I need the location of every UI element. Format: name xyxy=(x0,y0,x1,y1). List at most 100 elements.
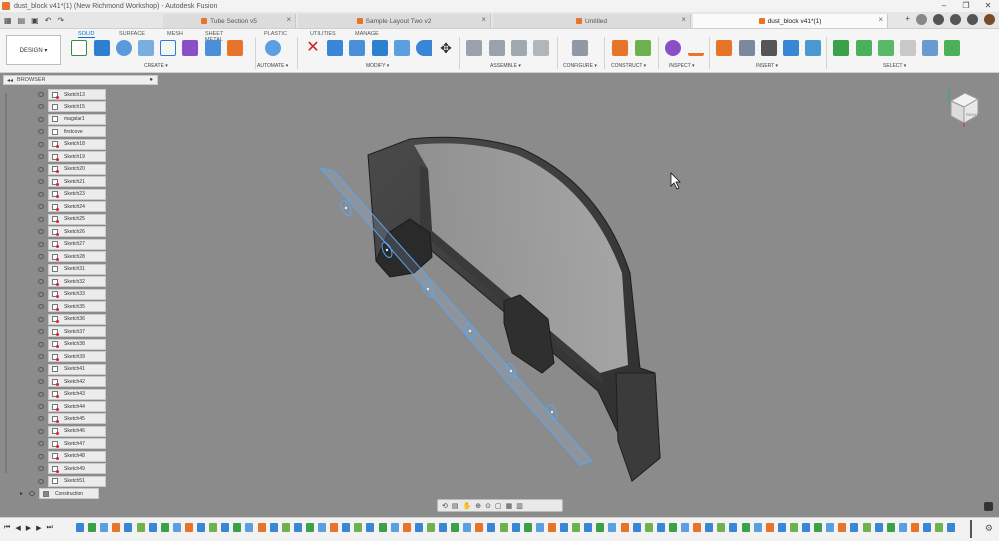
tab-plastic[interactable]: PLASTIC xyxy=(264,31,287,37)
create-sketch-icon[interactable] xyxy=(71,40,87,56)
model-canvas[interactable] xyxy=(0,73,999,517)
timeline-feature-icon[interactable] xyxy=(802,523,810,532)
timeline-feature-icon[interactable] xyxy=(439,523,447,532)
rigid-group-icon[interactable] xyxy=(533,40,549,56)
timeline-feature-icon[interactable] xyxy=(88,523,97,532)
timeline-feature-icon[interactable] xyxy=(886,523,895,532)
timeline-feature-icon[interactable] xyxy=(874,523,883,532)
timeline-feature-icon[interactable] xyxy=(330,523,339,532)
interference-icon[interactable] xyxy=(688,40,704,56)
timeline-feature-icon[interactable] xyxy=(596,523,605,532)
redo-icon[interactable]: ↷ xyxy=(57,16,64,25)
timeline-feature-icon[interactable] xyxy=(777,523,786,532)
timeline-feature-icon[interactable] xyxy=(378,523,387,532)
display-settings-icon[interactable]: ▢ xyxy=(495,502,502,510)
doc-tab-sample-layout[interactable]: Sample Layout Two v2 × xyxy=(298,14,491,28)
timeline-feature-icon[interactable] xyxy=(644,523,653,532)
canvas-icon[interactable] xyxy=(761,40,777,56)
timeline-feature-icon[interactable] xyxy=(608,523,617,532)
timeline-feature-icon[interactable] xyxy=(547,523,556,532)
3d-viewport[interactable]: ◂◂ BROWSER ● Sketch13 Sketch15 magslar1 fir… xyxy=(0,73,999,517)
group-insert[interactable]: INSERT ▾ xyxy=(756,63,778,69)
timeline-feature-icon[interactable] xyxy=(402,523,411,532)
workspace-switcher-button[interactable]: DESIGN ▾ xyxy=(6,35,61,65)
timeline-feature-icon[interactable] xyxy=(197,523,205,532)
timeline-feature-icon[interactable] xyxy=(390,523,399,532)
go-to-start-icon[interactable]: ⏮ xyxy=(4,524,10,532)
viewcube-icon[interactable]: RIGHT xyxy=(945,83,981,129)
freeform-select-icon[interactable] xyxy=(878,40,894,56)
orbit-icon[interactable]: ⟲ xyxy=(442,502,448,510)
tab-manage[interactable]: MANAGE xyxy=(355,31,379,37)
timeline-feature-icon[interactable] xyxy=(511,523,520,532)
grid-settings-icon[interactable]: ▦ xyxy=(506,502,513,510)
timeline-feature-icon[interactable] xyxy=(584,523,593,532)
timeline-feature-icon[interactable] xyxy=(172,523,181,532)
timeline-feature-icon[interactable] xyxy=(148,523,157,532)
joint-icon[interactable] xyxy=(489,40,505,56)
group-modify[interactable]: MODIFY ▾ xyxy=(366,63,389,69)
fit-icon[interactable]: ⊙ xyxy=(485,502,491,510)
combine-icon[interactable] xyxy=(205,40,221,56)
new-tab-icon[interactable]: + xyxy=(905,14,910,25)
timeline-feature-icon[interactable] xyxy=(693,523,702,532)
timeline-settings-icon[interactable]: ⚙ xyxy=(985,523,993,534)
timeline-feature-icon[interactable] xyxy=(753,523,762,532)
timeline-feature-icon[interactable] xyxy=(862,523,871,532)
tab-mesh[interactable]: MESH xyxy=(167,31,183,37)
timeline-feature-icon[interactable] xyxy=(705,523,714,532)
timeline-feature-icon[interactable] xyxy=(572,523,581,532)
timeline-feature-icon[interactable] xyxy=(233,523,242,532)
zoom-icon[interactable]: ⊕ xyxy=(475,502,481,510)
offset-plane-icon[interactable] xyxy=(612,40,628,56)
close-tab-icon[interactable]: × xyxy=(878,15,883,24)
timeline-feature-icon[interactable] xyxy=(910,523,919,532)
selection-sets-icon[interactable] xyxy=(944,40,960,56)
press-pull-icon[interactable] xyxy=(327,40,343,56)
tab-solid[interactable]: SOLID xyxy=(78,31,95,38)
timeline-feature-icon[interactable] xyxy=(923,523,931,532)
configure-icon[interactable] xyxy=(572,40,588,56)
move-icon[interactable]: ✥ xyxy=(438,40,454,56)
timeline-feature-icon[interactable] xyxy=(112,523,121,532)
job-status-icon[interactable] xyxy=(933,14,944,25)
automate-icon[interactable] xyxy=(265,40,281,56)
timeline-feature-icon[interactable] xyxy=(184,523,193,532)
timeline-feature-icon[interactable] xyxy=(269,523,278,532)
as-built-joint-icon[interactable] xyxy=(511,40,527,56)
undo-icon[interactable]: ↶ xyxy=(45,16,52,25)
timeline-feature-icon[interactable] xyxy=(826,523,835,532)
group-assemble[interactable]: ASSEMBLE ▾ xyxy=(490,63,521,69)
timeline-feature-icon[interactable] xyxy=(535,523,544,532)
group-automate[interactable]: AUTOMATE ▾ xyxy=(257,63,288,69)
close-tab-icon[interactable]: × xyxy=(681,15,686,24)
pattern-icon[interactable] xyxy=(160,40,176,56)
timeline-feature-icon[interactable] xyxy=(898,523,907,532)
timeline-feature-icon[interactable] xyxy=(668,523,677,532)
timeline-feature-icon[interactable] xyxy=(741,523,750,532)
go-to-end-icon[interactable]: ⏭ xyxy=(46,524,52,532)
doc-tab-dust-block[interactable]: dust_block v41*(1) × xyxy=(693,14,888,28)
timeline-feature-icon[interactable] xyxy=(717,523,726,532)
insert-svg-icon[interactable] xyxy=(805,40,821,56)
measure-icon[interactable] xyxy=(665,40,681,56)
close-window-button[interactable]: ✕ xyxy=(977,0,999,12)
step-forward-icon[interactable]: ▶ xyxy=(36,524,41,532)
timeline-feature-icon[interactable] xyxy=(656,523,665,532)
timeline-feature-icon[interactable] xyxy=(136,523,145,532)
paint-select-icon[interactable] xyxy=(900,40,916,56)
timeline-feature-icon[interactable] xyxy=(814,523,823,532)
timeline-feature-icon[interactable] xyxy=(281,523,290,532)
timeline-feature-icon[interactable] xyxy=(293,523,302,532)
select-icon[interactable] xyxy=(833,40,849,56)
insert-mesh-icon[interactable] xyxy=(783,40,799,56)
file-menu-icon[interactable]: ▤ xyxy=(18,16,26,25)
create-more-icon[interactable] xyxy=(227,40,243,56)
timeline-feature-icon[interactable] xyxy=(729,523,738,532)
timeline-track[interactable] xyxy=(76,523,972,535)
close-tab-icon[interactable]: × xyxy=(286,15,291,24)
timeline-feature-icon[interactable] xyxy=(305,523,314,532)
timeline-feature-icon[interactable] xyxy=(487,523,496,532)
timeline-feature-icon[interactable] xyxy=(342,523,351,532)
decal-icon[interactable] xyxy=(739,40,755,56)
